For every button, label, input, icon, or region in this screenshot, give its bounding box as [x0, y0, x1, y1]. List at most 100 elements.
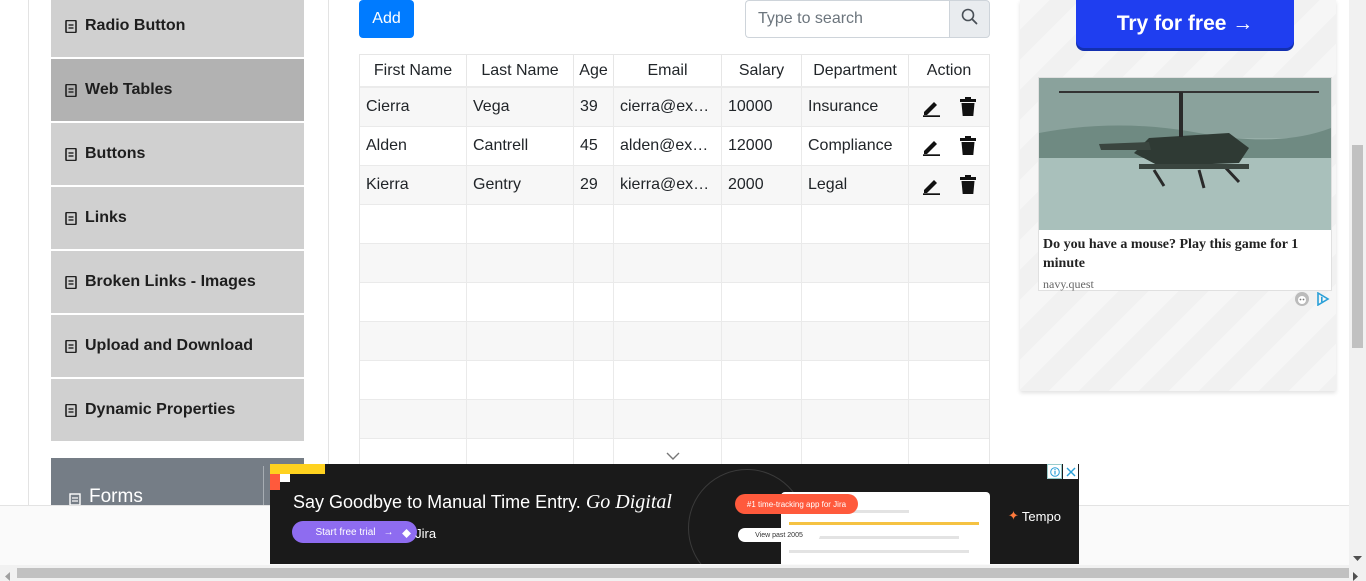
sidebar-item-label: Buttons: [85, 145, 146, 162]
try-for-free-button[interactable]: Try for free →: [1076, 0, 1294, 48]
cell-first-name: Cierra: [360, 88, 467, 126]
vertical-scrollbar[interactable]: [1349, 0, 1366, 565]
cell-email: kierra@example.com: [614, 166, 722, 204]
sidebar-item-radio-button[interactable]: Radio Button: [51, 0, 304, 57]
file-icon: [65, 19, 77, 33]
column-header-action: Action: [926, 61, 972, 79]
scroll-right-arrow-icon[interactable]: [1353, 568, 1359, 581]
sidebar-item-web-tables[interactable]: Web Tables: [51, 59, 304, 121]
file-icon: [65, 83, 77, 97]
cell-department: Insurance: [802, 88, 909, 126]
tempo-icon: ✦: [1008, 508, 1019, 523]
column-header-salary[interactable]: Salary: [722, 55, 802, 86]
ad-title: Do you have a mouse? Play this game for …: [1043, 237, 1299, 271]
sidebar-item-links[interactable]: Links: [51, 187, 304, 249]
ad-decoration: [270, 474, 280, 490]
empty-row: [360, 205, 989, 244]
partner-label: Jira: [415, 525, 437, 541]
delete-icon[interactable]: [959, 136, 977, 156]
cell-age: 45: [574, 127, 614, 165]
right-advertisement: Try for free → Do you have a mouse? Play…: [1020, 0, 1336, 391]
file-icon: [65, 403, 77, 417]
web-table: First Name Last Name Age Email Salary De…: [359, 54, 990, 505]
email-text: kierra@example.com: [620, 176, 716, 193]
table-row: Alden Cantrell 45 alden@example.com 1200…: [360, 127, 989, 166]
cell-last-name: Gentry: [467, 166, 574, 204]
sidebar-item-label: Links: [85, 209, 127, 226]
cell-email: alden@example.com: [614, 127, 722, 165]
banner-headline-text: Say Goodbye to Manual Time Entry.: [293, 492, 581, 512]
sidebar-item-upload-download[interactable]: Upload and Download: [51, 315, 304, 377]
arrow-right-icon: →: [383, 526, 394, 538]
sidebar-group-forms[interactable]: Forms: [51, 458, 304, 508]
add-button[interactable]: Add: [359, 0, 414, 38]
file-icon: [65, 339, 77, 353]
helicopter-image: [1039, 78, 1331, 230]
web-tables-page: Radio Button Web Tables Buttons Links Br…: [0, 0, 1366, 581]
sidebar-item-label: Radio Button: [85, 17, 186, 34]
robot-icon: [1294, 291, 1310, 312]
column-header-department[interactable]: Department: [802, 55, 909, 86]
ad-choices[interactable]: [1294, 291, 1330, 312]
search-input[interactable]: [745, 0, 949, 38]
cell-action: [909, 166, 989, 204]
empty-row: [360, 283, 989, 322]
brand-label: Tempo: [1021, 508, 1061, 524]
banner-badge-secondary: View past 2005: [738, 528, 820, 542]
cell-department: Legal: [802, 166, 909, 204]
scrollbar-thumb[interactable]: [17, 568, 1349, 578]
file-icon: [65, 211, 77, 225]
sidebar-item-broken-links[interactable]: Broken Links - Images: [51, 251, 304, 313]
adchoices-icon: [1316, 291, 1330, 311]
table-row: Kierra Gentry 29 kierra@example.com 2000…: [360, 166, 989, 205]
ad-info-icon[interactable]: [1047, 464, 1062, 479]
scrollbar-thumb[interactable]: [1352, 145, 1363, 348]
empty-row: [360, 322, 989, 361]
horizontal-scrollbar[interactable]: [0, 565, 1366, 581]
delete-icon[interactable]: [959, 97, 977, 117]
table-header: First Name Last Name Age Email Salary De…: [360, 55, 989, 88]
ad-card[interactable]: Do you have a mouse? Play this game for …: [1038, 77, 1332, 291]
banner-badge: #1 time-tracking app for Jira: [735, 494, 858, 514]
empty-row: [360, 361, 989, 400]
tempo-logo: ✦ Tempo: [1008, 508, 1061, 524]
banner-headline-italic: Go Digital: [585, 491, 672, 513]
group-divider: [263, 466, 264, 508]
start-free-trial-button[interactable]: Start free trial →: [292, 521, 417, 543]
delete-icon[interactable]: [959, 175, 977, 195]
ad-decoration: [280, 474, 290, 482]
edit-icon[interactable]: [921, 175, 941, 195]
sidebar-item-label: Dynamic Properties: [85, 401, 236, 418]
empty-row: [360, 244, 989, 283]
column-header-last-name[interactable]: Last Name: [467, 55, 574, 86]
cell-salary: 2000: [722, 166, 802, 204]
column-header-email[interactable]: Email: [614, 55, 722, 86]
screenshot-line: [789, 522, 979, 525]
cell-first-name: Kierra: [360, 166, 467, 204]
file-icon: [65, 147, 77, 161]
sidebar-item-buttons[interactable]: Buttons: [51, 123, 304, 185]
email-text: alden@example.com: [620, 137, 716, 154]
cell-last-name: Vega: [467, 88, 574, 126]
column-header-first-name[interactable]: First Name: [360, 55, 467, 86]
cell-last-name: Cantrell: [467, 127, 574, 165]
search-button[interactable]: [949, 0, 990, 38]
sidebar-item-label: Web Tables: [85, 81, 173, 98]
screenshot-line: [789, 550, 969, 553]
search-icon: [961, 8, 978, 30]
sidebar-item-dynamic-properties[interactable]: Dynamic Properties: [51, 379, 304, 441]
cta-label: Start free trial: [315, 526, 376, 538]
edit-icon[interactable]: [921, 136, 941, 156]
edit-icon[interactable]: [921, 97, 941, 117]
cell-action: [909, 127, 989, 165]
cell-age: 39: [574, 88, 614, 126]
empty-row: [360, 400, 989, 439]
bottom-banner-ad[interactable]: Say Goodbye to Manual Time Entry. Go Dig…: [270, 464, 1079, 564]
scroll-left-arrow-icon[interactable]: [4, 568, 10, 581]
jira-logo: ⬥ Jira: [402, 525, 436, 541]
sidebar-item-label: Upload and Download: [85, 337, 253, 354]
column-header-age[interactable]: Age: [574, 55, 614, 86]
ad-source: navy.quest: [1043, 277, 1094, 291]
ad-decoration: [270, 464, 325, 474]
ad-close-icon[interactable]: [1063, 464, 1078, 479]
